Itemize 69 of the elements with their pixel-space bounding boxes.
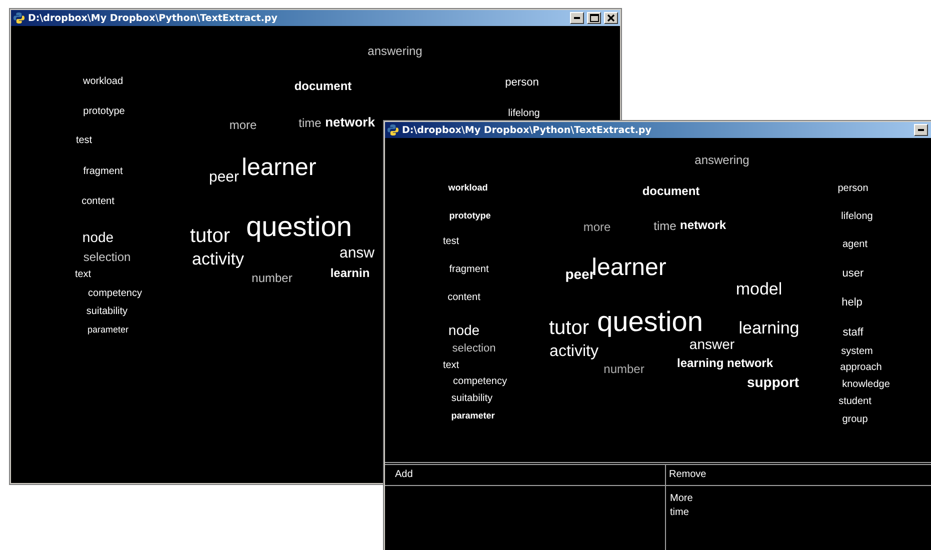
cloud-word: peer [208, 170, 240, 184]
cloud-word: answer [689, 337, 735, 351]
cloud-word: workload [82, 77, 124, 87]
cloud-word: question [597, 308, 703, 336]
cloud-word: tutor [190, 226, 230, 246]
cloud-word: text [442, 361, 460, 371]
cloud-word: network [680, 219, 726, 231]
cloud-word: node [82, 230, 114, 244]
cloud-word: person [838, 184, 868, 194]
cloud-word: more [583, 221, 611, 233]
cloud-word: answ [339, 246, 375, 260]
cloud-word: answering [368, 45, 422, 57]
cloud-word: prototype [449, 212, 491, 220]
cloud-word: document [642, 185, 700, 197]
cloud-word: learning [738, 320, 800, 336]
cloud-word: competency [453, 377, 507, 387]
cloud-word: learner [242, 156, 316, 180]
cloud-word: activity [192, 250, 244, 268]
cloud-word: parameter [451, 412, 495, 420]
cloud-word: network [325, 116, 375, 128]
cloud-word: user [842, 268, 864, 280]
cloud-word: student [838, 397, 872, 407]
cloud-word: selection [83, 251, 131, 263]
cloud-word: more [229, 119, 257, 131]
cloud-word: number [252, 272, 292, 284]
cloud-word: lifelong [508, 109, 540, 119]
add-header: Add [385, 465, 665, 486]
cloud-word: system [841, 347, 873, 357]
cloud-word: fragment [83, 167, 123, 177]
cloud-word: answering [694, 154, 750, 166]
cloud-word: group [842, 415, 868, 425]
cloud-word: fragment [449, 265, 489, 275]
cloud-word: content [82, 197, 114, 207]
cloud-word: model [736, 280, 782, 298]
cloud-word: document [294, 80, 352, 92]
cloud-word: parameter [87, 326, 129, 334]
cloud-word: agent [842, 240, 868, 250]
cloud-word: staff [842, 328, 864, 338]
window-title: D:\dropbox\My Dropbox\Python\TextExtract.py [28, 12, 278, 24]
cloud-word: activity [550, 344, 598, 360]
cloud-word: suitability [86, 307, 128, 317]
cloud-word: selection [452, 344, 496, 354]
cloud-word: competency [88, 289, 142, 299]
remove-list-item[interactable]: More [670, 492, 693, 506]
cloud-word: lifelong [841, 212, 873, 222]
window-title: D:\dropbox\My Dropbox\Python\TextExtract.py [402, 124, 652, 136]
cloud-word: learning network [676, 357, 774, 369]
cloud-word: suitability [451, 394, 493, 404]
cloud-word: help [842, 298, 862, 308]
cloud-word: support [746, 375, 800, 389]
cloud-word: test [76, 136, 92, 146]
cloud-word: learnin [330, 267, 370, 279]
cloud-word: workload [448, 184, 488, 192]
cloud-word: learner [592, 256, 666, 280]
cloud-word: tutor [548, 318, 590, 338]
remove-list-item[interactable]: time [670, 506, 689, 520]
cloud-word: prototype [83, 107, 125, 117]
cloud-word: knowledge [842, 380, 890, 390]
cloud-word: person [505, 78, 539, 88]
cloud-word: test [442, 237, 460, 247]
cloud-word: content [448, 293, 480, 303]
cloud-word: time [654, 220, 676, 232]
cloud-word: node [448, 323, 480, 337]
cloud-word: time [298, 117, 322, 129]
cloud-word: text [74, 270, 92, 280]
cloud-word: approach [840, 363, 882, 373]
remove-header: Remove [665, 465, 931, 486]
cloud-word: number [604, 363, 644, 375]
cloud-word: question [246, 213, 352, 241]
